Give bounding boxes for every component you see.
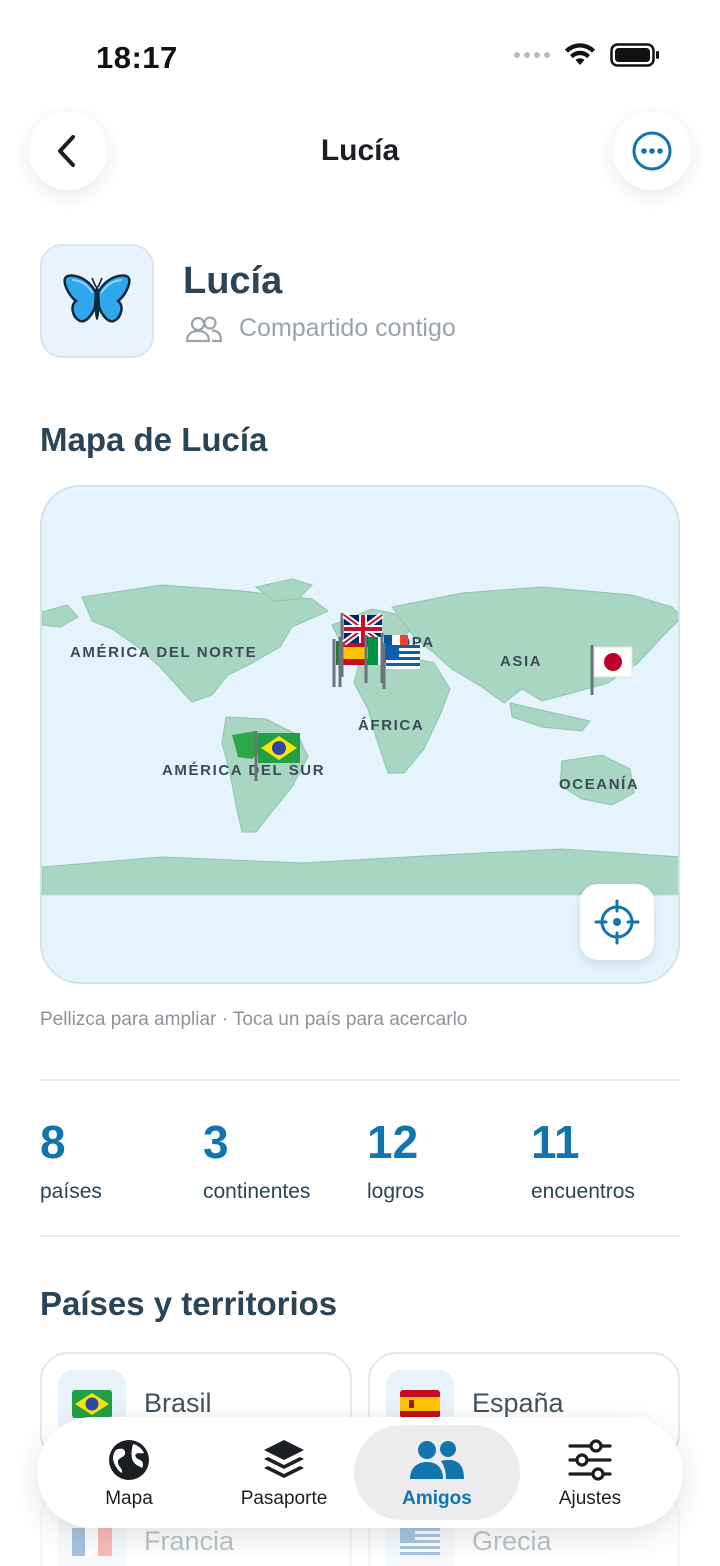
layers-icon (264, 1440, 304, 1478)
avatar (40, 244, 154, 358)
more-options-button[interactable] (613, 112, 691, 190)
stat-label: logros (367, 1180, 425, 1203)
shared-status: Compartido contigo (185, 314, 456, 343)
tab-label: Amigos (402, 1488, 472, 1509)
label-north-america: AMÉRICA DEL NORTE (70, 644, 257, 661)
country-name: Brasil (144, 1388, 212, 1418)
battery-icon (610, 43, 659, 67)
locate-button[interactable] (580, 884, 654, 960)
stat-countries: 8 países (40, 1116, 200, 1204)
butterfly-icon (63, 274, 131, 323)
countries-section-title: Países y territorios (40, 1285, 338, 1322)
stat-label: continentes (203, 1180, 311, 1203)
divider-top (40, 1079, 680, 1081)
stat-continents: 3 continentes (203, 1116, 363, 1204)
label-oceania: OCEANÍA (559, 776, 639, 793)
crosshair-icon (594, 899, 640, 945)
tab-bar: Mapa Pasaporte Amigos Ajustes (37, 1417, 683, 1528)
sliders-icon (568, 1439, 612, 1481)
stat-value: 11 (531, 1116, 580, 1168)
people-icon (410, 1441, 464, 1479)
more-circle-icon (632, 131, 672, 171)
globe-icon (109, 1440, 149, 1480)
wifi-icon (565, 43, 595, 65)
world-map[interactable]: AMÉRICA DEL NORTE EUROPA ASIA ÁFRICA AMÉ… (40, 485, 680, 984)
stat-value: 3 (203, 1116, 229, 1168)
navigation-bar: Lucía (0, 108, 720, 194)
profile-name: Lucía (183, 260, 283, 302)
label-africa: ÁFRICA (358, 717, 424, 734)
stat-label: encuentros (531, 1180, 635, 1203)
country-name: Grecia (472, 1526, 552, 1556)
stat-value: 12 (367, 1116, 419, 1168)
map-section-title: Mapa de Lucía (40, 421, 268, 458)
map-hint: Pellizca para ampliar · Toca un país par… (40, 1009, 468, 1030)
people-outline-icon (185, 315, 223, 342)
tab-label: Pasaporte (240, 1488, 328, 1509)
status-icons (514, 42, 660, 68)
label-asia: ASIA (500, 653, 542, 670)
tab-pasaporte[interactable]: Pasaporte (201, 1425, 367, 1520)
tab-label: Mapa (105, 1488, 153, 1509)
shared-label: Compartido contigo (239, 314, 456, 342)
stat-value: 8 (40, 1116, 66, 1168)
tab-ajustes[interactable]: Ajustes (507, 1425, 673, 1520)
cellular-signal-icon (514, 52, 550, 58)
status-bar: 18:17 (0, 0, 720, 110)
tab-mapa[interactable]: Mapa (46, 1425, 212, 1520)
stat-encounters: 11 encuentros (531, 1116, 691, 1204)
country-name: Francia (144, 1526, 235, 1556)
status-time: 18:17 (96, 40, 178, 75)
stat-achievements: 12 logros (367, 1116, 527, 1204)
stat-label: países (40, 1180, 102, 1203)
profile-header: Lucía Compartido contigo (40, 244, 680, 358)
divider-bottom (40, 1235, 680, 1237)
tab-label: Ajustes (558, 1488, 622, 1509)
country-name: España (472, 1388, 564, 1418)
label-south-america: AMÉRICA DEL SUR (162, 762, 325, 779)
nav-title: Lucía (320, 134, 400, 167)
tab-amigos[interactable]: Amigos (354, 1425, 520, 1520)
